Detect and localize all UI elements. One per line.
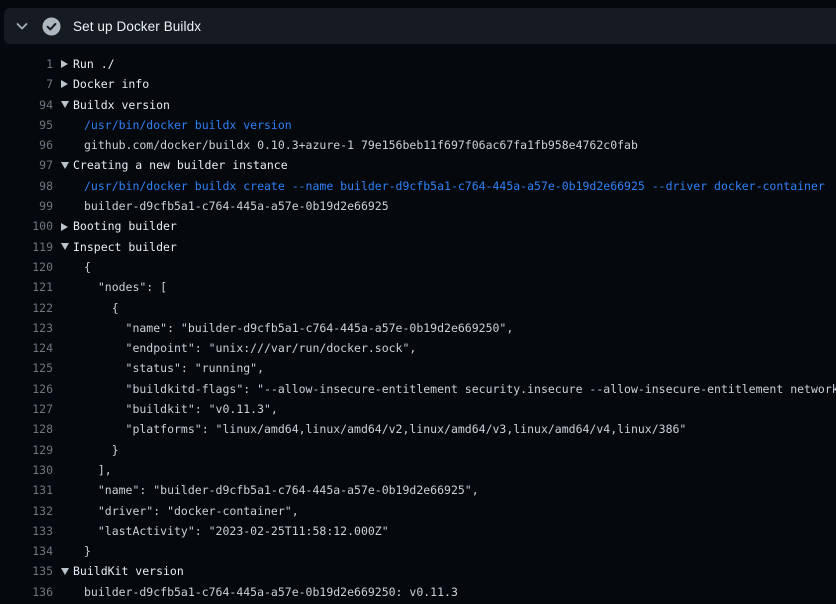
line-number[interactable]: 96: [0, 135, 53, 155]
line-number[interactable]: 100: [0, 216, 53, 236]
group-expand-icon[interactable]: [61, 216, 73, 236]
log-line: 121 "nodes": [: [0, 277, 836, 297]
log-line: 94 Buildx version: [0, 95, 836, 115]
log-line: 95 /usr/bin/docker buildx version: [0, 115, 836, 135]
line-number[interactable]: 99: [0, 196, 53, 216]
line-number[interactable]: 1: [0, 54, 53, 74]
log-text: Creating a new builder instance: [73, 155, 288, 175]
group-collapse-icon[interactable]: [61, 237, 73, 257]
log-text: BuildKit version: [73, 561, 184, 581]
line-number[interactable]: 95: [0, 115, 53, 135]
log-line: 96 github.com/docker/buildx 0.10.3+azure…: [0, 135, 836, 155]
log-line: 99 builder-d9cfb5a1-c764-445a-a57e-0b19d…: [0, 196, 836, 216]
log-line: 98 /usr/bin/docker buildx create --name …: [0, 176, 836, 196]
log-line: 127 "buildkit": "v0.11.3",: [0, 399, 836, 419]
log-line: 120 {: [0, 257, 836, 277]
log-text: "buildkit": "v0.11.3",: [84, 399, 278, 419]
log-text: "endpoint": "unix:///var/run/docker.sock…: [84, 338, 416, 358]
line-number[interactable]: 121: [0, 277, 53, 297]
log-text: /usr/bin/docker buildx version: [84, 115, 292, 135]
log-text: "name": "builder-d9cfb5a1-c764-445a-a57e…: [84, 318, 513, 338]
log-text: "status": "running",: [84, 358, 264, 378]
check-circle-icon: [42, 17, 61, 36]
log-line: 128 "platforms": "linux/amd64,linux/amd6…: [0, 419, 836, 439]
log-text: "name": "builder-d9cfb5a1-c764-445a-a57e…: [84, 480, 479, 500]
log-text: builder-d9cfb5a1-c764-445a-a57e-0b19d2e6…: [84, 196, 389, 216]
log-line: 125 "status": "running",: [0, 358, 836, 378]
line-number[interactable]: 136: [0, 582, 53, 602]
line-number[interactable]: 130: [0, 460, 53, 480]
line-number[interactable]: 94: [0, 95, 53, 115]
log-line: 126 "buildkitd-flags": "--allow-insecure…: [0, 379, 836, 399]
line-number[interactable]: 132: [0, 501, 53, 521]
log-text: ],: [84, 460, 112, 480]
line-number[interactable]: 126: [0, 379, 53, 399]
log-line: 1 Run ./: [0, 54, 836, 74]
line-number[interactable]: 122: [0, 298, 53, 318]
line-number[interactable]: 135: [0, 561, 53, 581]
line-number[interactable]: 134: [0, 541, 53, 561]
log-text: Docker info: [73, 74, 149, 94]
line-number[interactable]: 98: [0, 176, 53, 196]
log-line: 135 BuildKit version: [0, 561, 836, 581]
log-text: "lastActivity": "2023-02-25T11:58:12.000…: [84, 521, 389, 541]
log-text: }: [84, 440, 119, 460]
line-number[interactable]: 125: [0, 358, 53, 378]
log-line: 130 ],: [0, 460, 836, 480]
step-title: Set up Docker Buildx: [73, 19, 201, 34]
log-text: }: [84, 541, 91, 561]
chevron-down-icon[interactable]: [14, 18, 30, 34]
line-number[interactable]: 123: [0, 318, 53, 338]
log-line: 129 }: [0, 440, 836, 460]
log-line: 100 Booting builder: [0, 216, 836, 236]
step-header[interactable]: Set up Docker Buildx: [4, 8, 836, 44]
log-line: 134 }: [0, 541, 836, 561]
line-number[interactable]: 127: [0, 399, 53, 419]
log-text: github.com/docker/buildx 0.10.3+azure-1 …: [84, 135, 638, 155]
log-line: 97 Creating a new builder instance: [0, 155, 836, 175]
line-number[interactable]: 119: [0, 237, 53, 257]
log-text: Booting builder: [73, 216, 177, 236]
line-number[interactable]: 128: [0, 419, 53, 439]
log-line: 119 Inspect builder: [0, 237, 836, 257]
log-text: "nodes": [: [84, 277, 167, 297]
log-text: "driver": "docker-container",: [84, 501, 299, 521]
log-line: 124 "endpoint": "unix:///var/run/docker.…: [0, 338, 836, 358]
log-line: 133 "lastActivity": "2023-02-25T11:58:12…: [0, 521, 836, 541]
line-number[interactable]: 129: [0, 440, 53, 460]
line-number[interactable]: 7: [0, 74, 53, 94]
log-line: 132 "driver": "docker-container",: [0, 501, 836, 521]
group-collapse-icon[interactable]: [61, 155, 73, 175]
log-line: 136 builder-d9cfb5a1-c764-445a-a57e-0b19…: [0, 582, 836, 602]
log-text: {: [84, 257, 91, 277]
log-line: 131 "name": "builder-d9cfb5a1-c764-445a-…: [0, 480, 836, 500]
log-text: Run ./: [73, 54, 115, 74]
group-expand-icon[interactable]: [61, 74, 73, 94]
group-expand-icon[interactable]: [61, 54, 73, 74]
log-line: 122 {: [0, 298, 836, 318]
log-text: builder-d9cfb5a1-c764-445a-a57e-0b19d2e6…: [84, 582, 458, 602]
log-text: "buildkitd-flags": "--allow-insecure-ent…: [84, 379, 836, 399]
log-text: Inspect builder: [73, 237, 177, 257]
group-collapse-icon[interactable]: [61, 561, 73, 581]
group-collapse-icon[interactable]: [61, 95, 73, 115]
log-line: 7 Docker info: [0, 74, 836, 94]
line-number[interactable]: 131: [0, 480, 53, 500]
log-text: Buildx version: [73, 95, 170, 115]
line-number[interactable]: 97: [0, 155, 53, 175]
log-text: /usr/bin/docker buildx create --name bui…: [84, 176, 825, 196]
line-number[interactable]: 133: [0, 521, 53, 541]
line-number[interactable]: 124: [0, 338, 53, 358]
log-text: {: [84, 298, 119, 318]
log-body: 1 Run ./ 7 Docker info 94 Buildx version…: [0, 44, 836, 602]
log-line: 123 "name": "builder-d9cfb5a1-c764-445a-…: [0, 318, 836, 338]
line-number[interactable]: 120: [0, 257, 53, 277]
log-text: "platforms": "linux/amd64,linux/amd64/v2…: [84, 419, 686, 439]
